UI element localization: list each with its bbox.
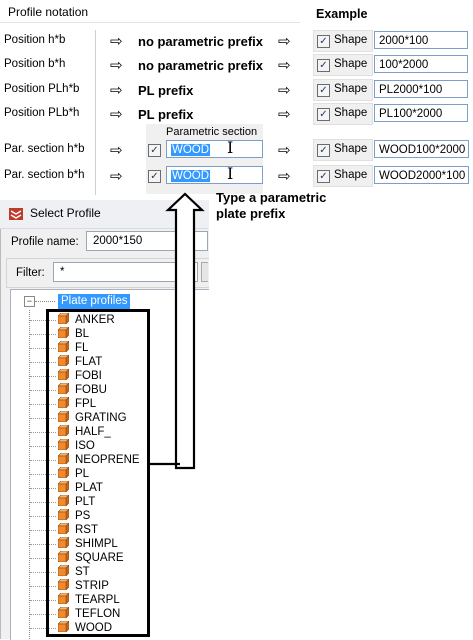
callout-arrow <box>149 192 205 470</box>
callout-arrow-shape <box>165 192 205 470</box>
